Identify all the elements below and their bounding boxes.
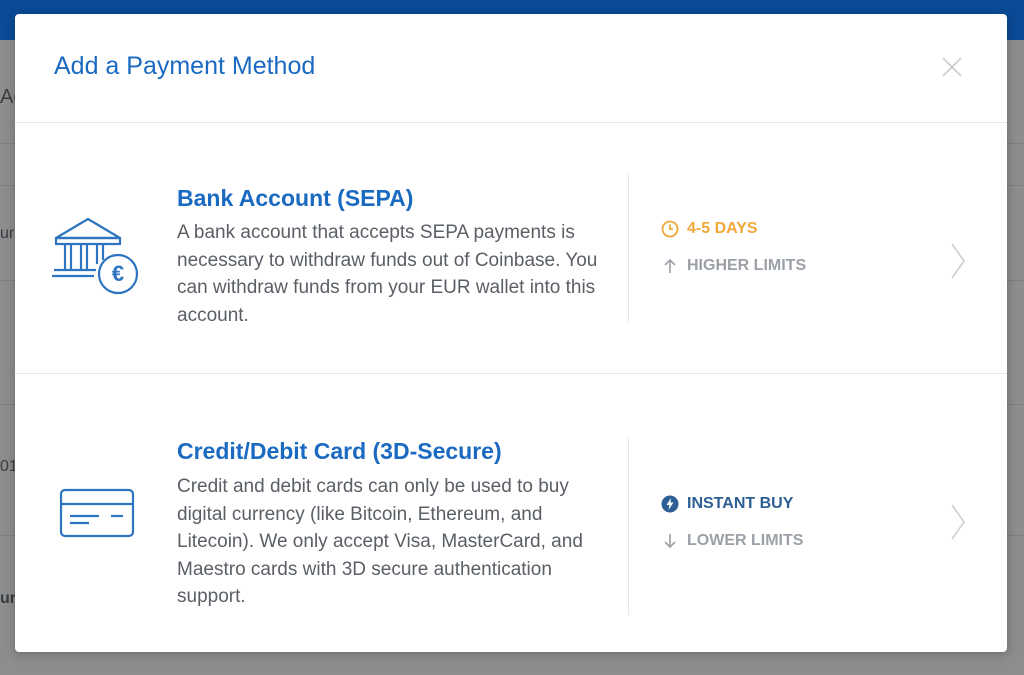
- background-text: Ac: [0, 86, 15, 108]
- feature-label: 4-5 DAYS: [687, 220, 758, 237]
- option-divider: [628, 437, 629, 615]
- credit-card-icon: [59, 488, 135, 543]
- lightning-icon: [661, 495, 679, 513]
- option-description: A bank account that accepts SEPA payment…: [177, 222, 598, 326]
- feature-row: LOWER LIMITS: [661, 532, 803, 550]
- arrow-up-icon: [664, 258, 676, 273]
- feature-row: HIGHER LIMITS: [661, 257, 806, 275]
- chevron-right-icon[interactable]: [948, 502, 968, 547]
- option-description: Credit and debit cards can only be used …: [177, 476, 583, 607]
- feature-label: HIGHER LIMITS: [687, 257, 807, 274]
- feature-label: INSTANT BUY: [687, 495, 794, 512]
- add-payment-method-modal: Add a Payment Method € Bank Account (SEP…: [15, 14, 1007, 652]
- feature-row: INSTANT BUY: [661, 495, 793, 513]
- feature-label: LOWER LIMITS: [687, 532, 804, 549]
- clock-icon: [661, 220, 679, 238]
- close-button[interactable]: [939, 54, 965, 80]
- option-title: Bank Account (SEPA): [177, 185, 414, 211]
- modal-title: Add a Payment Method: [54, 52, 316, 80]
- bank-icon: €: [48, 214, 144, 305]
- background-text: 01: [0, 458, 15, 475]
- arrow-down-icon: [664, 534, 676, 549]
- svg-text:€: €: [112, 261, 124, 286]
- close-icon: [942, 57, 962, 77]
- bank-account-option[interactable]: € Bank Account (SEPA) A bank account tha…: [15, 123, 1007, 374]
- option-divider: [628, 174, 629, 322]
- background-text: ur: [0, 225, 15, 242]
- feature-row: 4-5 DAYS: [661, 220, 758, 238]
- modal-header: Add a Payment Method: [15, 14, 1007, 123]
- background-text: ur: [0, 590, 15, 607]
- credit-debit-card-option[interactable]: Credit/Debit Card (3D-Secure) Credit and…: [15, 374, 1007, 652]
- option-title: Credit/Debit Card (3D-Secure): [177, 438, 502, 464]
- chevron-right-icon[interactable]: [948, 241, 968, 286]
